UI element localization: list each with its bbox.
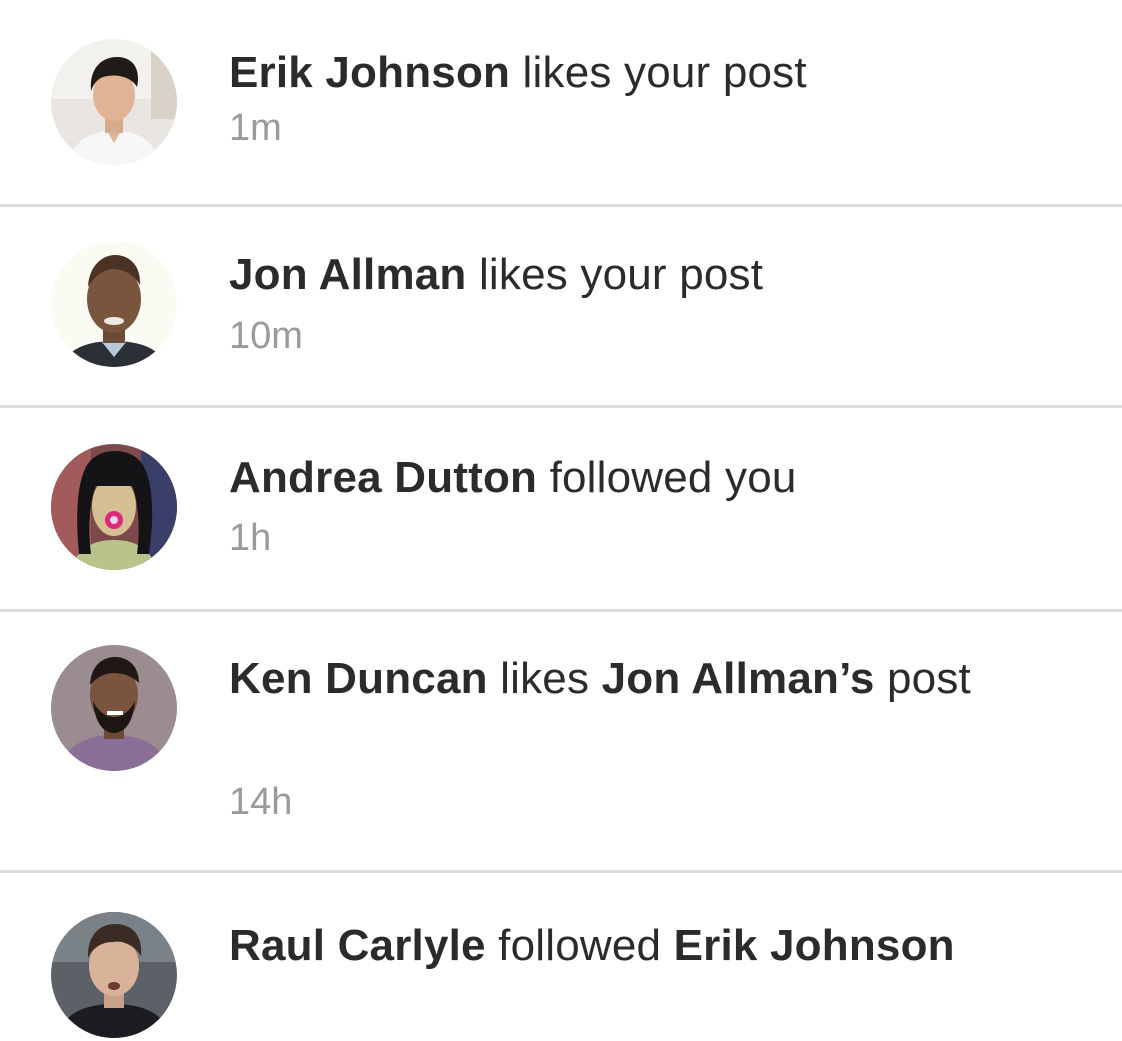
actor-name[interactable]: Raul Carlyle: [229, 921, 486, 970]
timestamp: 14h: [229, 781, 293, 823]
action-text: followed you: [537, 453, 797, 502]
notification-item[interactable]: Andrea Dutton followed you 1h: [0, 408, 1122, 612]
avatar[interactable]: [51, 241, 177, 367]
notification-text: Ken Duncan likes Jon Allman’s post: [229, 652, 1049, 706]
timestamp: 10m: [229, 315, 303, 357]
notification-item[interactable]: Erik Johnson likes your post 1m: [0, 0, 1122, 207]
action-text: likes: [487, 654, 602, 703]
notification-item[interactable]: Ken Duncan likes Jon Allman’s post 14h: [0, 612, 1122, 873]
action-text: likes your post: [510, 48, 807, 97]
timestamp: 1h: [229, 517, 272, 559]
action-text: likes your post: [466, 250, 764, 299]
action-text: followed: [485, 921, 674, 970]
notification-item[interactable]: Raul Carlyle followed Erik Johnson: [0, 873, 1122, 1041]
notification-item[interactable]: Jon Allman likes your post 10m: [0, 207, 1122, 408]
target-name[interactable]: Jon Allman’s: [602, 654, 875, 703]
notification-text: Erik Johnson likes your post: [229, 46, 1049, 100]
avatar[interactable]: [51, 645, 177, 771]
actor-name[interactable]: Jon Allman: [229, 250, 467, 299]
target-name[interactable]: Erik Johnson: [674, 921, 955, 970]
actor-name[interactable]: Erik Johnson: [229, 48, 510, 97]
notification-feed: Erik Johnson likes your post 1m Jon Allm…: [0, 0, 1122, 1041]
actor-name[interactable]: Andrea Dutton: [229, 453, 537, 502]
timestamp: 1m: [229, 107, 282, 149]
avatar[interactable]: [51, 444, 177, 570]
action-text-tail: post: [874, 654, 971, 703]
avatar[interactable]: [51, 39, 177, 165]
actor-name[interactable]: Ken Duncan: [229, 654, 488, 703]
notification-text: Andrea Dutton followed you: [229, 451, 1049, 505]
notification-text: Jon Allman likes your post: [229, 248, 1049, 302]
avatar[interactable]: [51, 912, 177, 1038]
notification-text: Raul Carlyle followed Erik Johnson: [229, 919, 1049, 973]
